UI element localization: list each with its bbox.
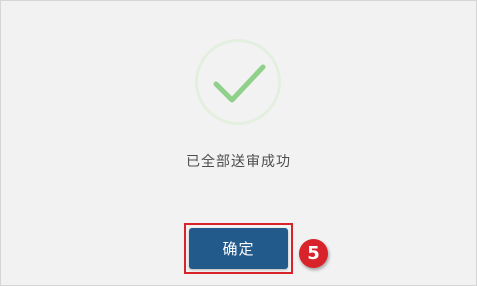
success-check-icon	[194, 38, 282, 126]
success-message: 已全部送审成功	[186, 154, 291, 170]
step-number-badge: 5	[299, 239, 328, 268]
confirm-button[interactable]: 确定	[189, 228, 288, 269]
success-dialog: 已全部送审成功 确定 5	[0, 0, 477, 286]
